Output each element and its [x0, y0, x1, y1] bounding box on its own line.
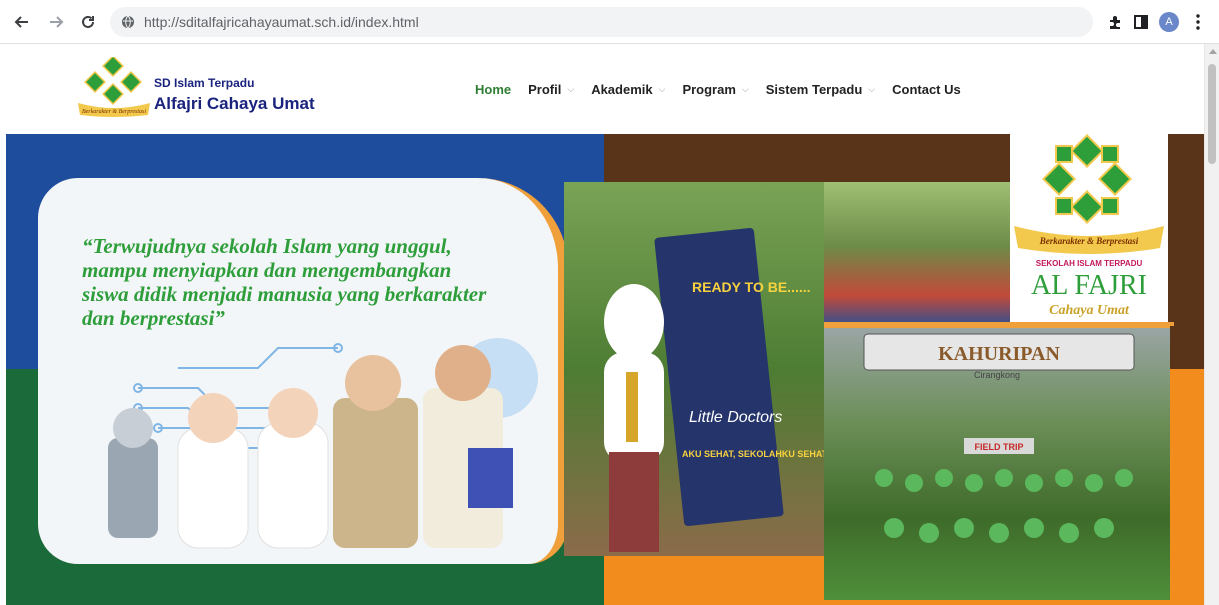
nav-item-label: Home — [475, 82, 512, 97]
gate-sign-text: KAHURIPAN — [938, 343, 1060, 365]
address-bar[interactable]: http://sditalfajricahayaumat.sch.id/inde… — [110, 7, 1093, 37]
reload-icon[interactable] — [76, 10, 100, 34]
logo-ribbon-text: Berkarakter & Berprestasi — [82, 109, 146, 115]
circuit-illustration — [108, 338, 538, 549]
nav-item-label: Akademik — [591, 82, 653, 97]
nav-item-sistem-terpadu[interactable]: Sistem Terpadu ⌵ — [766, 82, 875, 97]
page-viewport: Berkarakter & Berprestasi SD Islam Terpa… — [0, 44, 1219, 605]
page-scrollbar[interactable] — [1204, 44, 1219, 605]
field-trip-banner-text: FIELD TRIP — [975, 442, 1024, 452]
back-icon[interactable] — [10, 10, 34, 34]
nav-item-profil[interactable]: Profil ⌵ — [528, 82, 574, 97]
logo-ribbon-text: Berkarakter & Berprestasi — [1039, 236, 1139, 246]
brand-subtitle: SD Islam Terpadu — [154, 76, 255, 90]
photo-field-trip-group: KAHURIPAN Cirangkong FIELD TRIP — [824, 324, 1170, 600]
menu-kebab-icon[interactable] — [1187, 11, 1209, 33]
hero-banner[interactable]: “Terwujudnya sekolah Islam yang unggul, … — [6, 134, 1204, 605]
profile-avatar-button[interactable]: A — [1158, 11, 1180, 33]
nav-item-label: Profil — [528, 82, 562, 97]
banner-school-logo: Berkarakter & Berprestasi SEKOLAH ISLAM … — [1010, 134, 1168, 324]
site-info-icon[interactable] — [120, 14, 136, 30]
roll-banner-text: READY TO BE...... — [692, 279, 811, 295]
roll-banner-text: Little Doctors — [689, 409, 782, 426]
photo-student-trophy: READY TO BE...... Little Doctors AKU SEH… — [564, 182, 824, 556]
gate-sign-subtext: Cirangkong — [974, 370, 1020, 380]
nav-item-label: Sistem Terpadu — [765, 82, 863, 97]
vision-quote-card: “Terwujudnya sekolah Islam yang unggul, … — [38, 178, 568, 564]
children-illustration — [108, 345, 513, 549]
logo-school-type: SEKOLAH ISLAM TERPADU — [1036, 259, 1143, 268]
logo-school-tagline: Cahaya Umat — [1049, 303, 1130, 318]
nav-item-label: Program — [682, 82, 736, 97]
roll-banner-text: AKU SEHAT, SEKOLAHKU SEHAT — [682, 449, 824, 459]
forward-icon[interactable] — [44, 10, 68, 34]
site-header: Berkarakter & Berprestasi SD Islam Terpa… — [6, 44, 1204, 134]
nav-item-home[interactable]: Home — [475, 82, 511, 97]
brand-title[interactable]: Alfajri Cahaya Umat — [154, 94, 315, 114]
chevron-down-icon: ⌵ — [658, 84, 666, 94]
profile-avatar: A — [1159, 12, 1179, 32]
nav-item-label: Contact Us — [892, 82, 961, 97]
scroll-up-arrow-icon[interactable] — [1209, 49, 1217, 54]
chevron-down-icon: ⌵ — [868, 84, 876, 94]
main-navigation: Home Profil ⌵ Akademik ⌵ Program ⌵ Siste… — [475, 82, 978, 97]
chevron-down-icon: ⌵ — [567, 84, 575, 94]
vision-quote: “Terwujudnya sekolah Islam yang unggul, … — [82, 234, 487, 330]
photo-carnival-costumes — [824, 182, 1010, 324]
chevron-down-icon: ⌵ — [741, 84, 749, 94]
browser-toolbar: http://sditalfajricahayaumat.sch.id/inde… — [0, 0, 1219, 44]
extensions-icon[interactable] — [1104, 11, 1126, 33]
url-text: http://sditalfajricahayaumat.sch.id/inde… — [144, 14, 419, 30]
nav-item-akademik[interactable]: Akademik ⌵ — [591, 82, 665, 97]
logo-school-name: AL FAJRI — [1031, 270, 1147, 301]
school-logo[interactable]: Berkarakter & Berprestasi — [76, 57, 152, 119]
scrollbar-thumb[interactable] — [1208, 64, 1216, 164]
side-panel-icon[interactable] — [1130, 11, 1152, 33]
nav-item-program[interactable]: Program ⌵ — [682, 82, 748, 97]
nav-item-contact-us[interactable]: Contact Us — [892, 82, 961, 97]
